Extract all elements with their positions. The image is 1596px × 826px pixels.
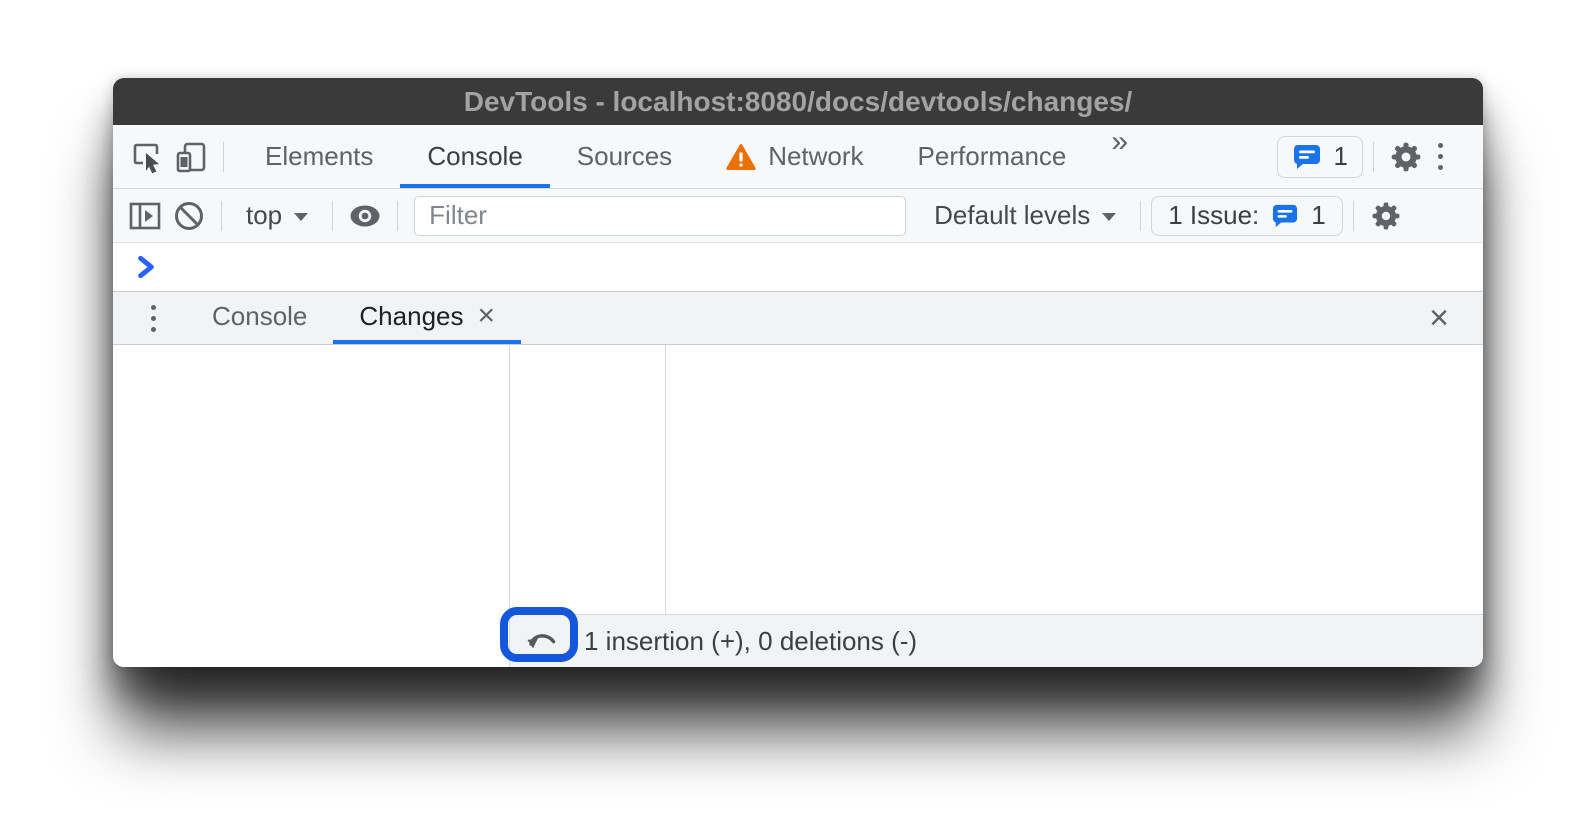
inspect-element-button[interactable]	[125, 135, 169, 179]
block-icon	[172, 199, 206, 233]
gutter-divider	[665, 345, 666, 614]
chevron-down-icon	[294, 213, 308, 221]
settings-button[interactable]	[1384, 135, 1428, 179]
devtools-window: DevTools - localhost:8080/docs/devtools/…	[113, 78, 1483, 667]
log-levels-selector[interactable]: Default levels	[920, 200, 1130, 231]
issues-count: 1	[1334, 141, 1348, 172]
gear-icon	[1370, 200, 1402, 232]
tab-console[interactable]: Console	[400, 125, 549, 188]
eye-icon	[347, 201, 383, 231]
changed-files-list	[113, 345, 510, 667]
diff-pane: 1 insertion (+), 0 deletions (-)	[510, 345, 1483, 667]
chevron-down-icon	[1102, 213, 1116, 221]
panel-tabs: Elements Console Sources Network Perform…	[238, 125, 1146, 188]
warning-icon	[726, 143, 756, 171]
toolbar-separator	[1353, 201, 1354, 231]
diff-view	[510, 345, 1483, 614]
drawer-tab-console[interactable]: Console	[186, 292, 333, 344]
tab-elements[interactable]: Elements	[238, 125, 400, 188]
device-toolbar-icon	[173, 139, 209, 175]
drawer-tabbar: Console Changes × ×	[113, 291, 1483, 345]
drawer-menu-button[interactable]	[141, 305, 166, 332]
toolbar-separator	[397, 201, 398, 231]
gear-icon	[1389, 140, 1423, 174]
prompt-chevron-icon	[133, 254, 159, 280]
kebab-menu-icon	[1438, 143, 1443, 148]
tab-performance[interactable]: Performance	[891, 125, 1094, 188]
toolbar-separator	[221, 201, 222, 231]
javascript-context-selector[interactable]: top	[232, 200, 322, 231]
console-toolbar: top Default levels 1 Issue:	[113, 189, 1483, 243]
message-bubble-icon	[1271, 203, 1299, 229]
issues-badge-button[interactable]: 1	[1277, 136, 1363, 178]
tab-sources[interactable]: Sources	[550, 125, 699, 188]
console-prompt[interactable]	[113, 243, 1483, 291]
close-drawer-icon[interactable]: ×	[1429, 301, 1449, 335]
tab-network[interactable]: Network	[699, 125, 890, 188]
changes-panel: 1 insertion (+), 0 deletions (-)	[113, 345, 1483, 667]
create-live-expression-button[interactable]	[343, 194, 387, 238]
filter-input[interactable]	[414, 196, 906, 236]
diff-summary: 1 insertion (+), 0 deletions (-)	[584, 626, 917, 657]
toggle-device-toolbar-button[interactable]	[169, 135, 213, 179]
message-bubble-icon	[1292, 143, 1322, 171]
clear-console-button[interactable]	[167, 194, 211, 238]
console-settings-button[interactable]	[1364, 194, 1408, 238]
inspect-cursor-icon	[129, 139, 165, 175]
close-tab-icon[interactable]: ×	[477, 301, 495, 331]
title-bar: DevTools - localhost:8080/docs/devtools/…	[113, 78, 1483, 125]
undo-icon	[525, 629, 559, 653]
toolbar-separator	[332, 201, 333, 231]
sidebar-panel-icon	[128, 200, 162, 232]
toolbar-separator	[1373, 142, 1374, 172]
changes-status-bar: 1 insertion (+), 0 deletions (-)	[510, 614, 1483, 667]
revert-changes-button[interactable]	[520, 621, 564, 661]
toolbar-separator	[223, 142, 224, 172]
toolbar-separator	[1140, 201, 1141, 231]
customize-devtools-button[interactable]	[1428, 143, 1453, 170]
main-toolbar: Elements Console Sources Network Perform…	[113, 125, 1483, 189]
console-sidebar-toggle-button[interactable]	[123, 194, 167, 238]
more-tabs-button[interactable]: »	[1093, 125, 1146, 188]
drawer-tab-changes[interactable]: Changes ×	[333, 292, 521, 344]
kebab-menu-icon	[151, 305, 156, 310]
issues-counter-button[interactable]: 1 Issue: 1	[1151, 196, 1343, 236]
window-title: DevTools - localhost:8080/docs/devtools/…	[113, 86, 1483, 118]
